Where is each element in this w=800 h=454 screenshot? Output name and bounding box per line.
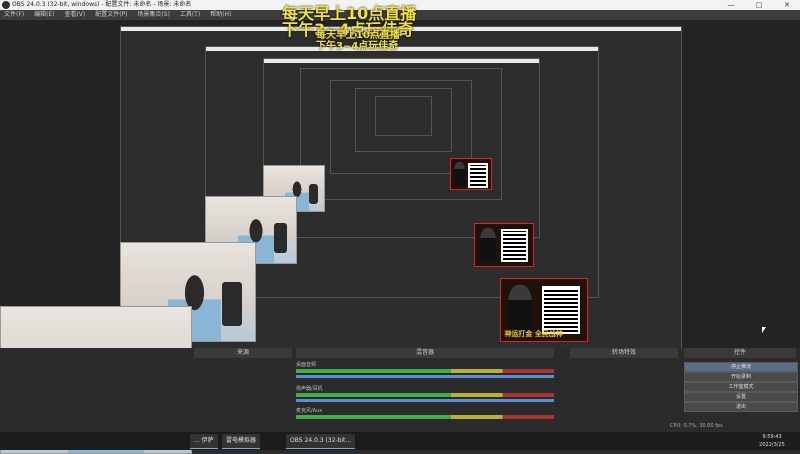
mixer-channel-label: 扬声器/耳机: [296, 386, 323, 392]
volume-slider[interactable]: [296, 375, 554, 378]
mixer-header: 混音器: [296, 348, 554, 358]
nested-titlebar: [206, 47, 598, 51]
menu-help[interactable]: 帮助(H): [210, 11, 231, 18]
controls-header: 控件: [684, 348, 796, 358]
mixer-channel-desktop: 桌面音频: [296, 362, 554, 378]
settings-button[interactable]: 设置: [684, 392, 798, 402]
volume-meter: [296, 393, 554, 397]
stop-streaming-button[interactable]: 停止推流: [684, 362, 798, 372]
volume-meter: [296, 415, 554, 419]
cpu-status: CPU: 0.7%, 30.00 fps: [670, 423, 723, 429]
clock-time: 9:59:43: [762, 434, 782, 440]
start-recording-button[interactable]: 开始录制: [684, 372, 798, 382]
mixer-channel-mic: 麦克风/Aux: [296, 408, 554, 419]
promo-overlay-small: [450, 158, 492, 190]
taskbar-item-app1[interactable]: ... 伊萨: [190, 434, 218, 449]
exit-button[interactable]: 退出: [684, 402, 798, 412]
nested-capture-7: [375, 96, 432, 136]
close-button[interactable]: ✕: [774, 0, 800, 10]
preview-canvas[interactable]: 每天早上10点直播 下午3~4点玩佳奇 每天早上10点直播 下午3~4点玩佳奇 …: [0, 4, 800, 454]
sources-header: 来源: [194, 348, 292, 358]
promo-overlay-large: 神运打金 全民战神: [500, 278, 588, 342]
taskbar-clock[interactable]: 9:59:43 2022/3/25: [752, 433, 792, 449]
nested-titlebar: [264, 59, 539, 63]
mixer-channel-label: 桌面音频: [296, 362, 317, 368]
menu-profile[interactable]: 配置文件(P): [95, 11, 127, 18]
menu-edit[interactable]: 编辑(E): [34, 11, 54, 18]
studio-mode-button[interactable]: 工作室模式: [684, 382, 798, 392]
transitions-header: 转场特效: [570, 348, 678, 358]
clock-date: 2022/3/25: [759, 442, 785, 448]
mouse-cursor-icon: [762, 327, 766, 333]
mixer-channel-label: 麦克风/Aux: [296, 408, 323, 414]
maximize-button[interactable]: □: [746, 0, 772, 10]
status-bar: CPU: 0.7%, 30.00 fps: [0, 420, 800, 432]
menu-view[interactable]: 查看(V): [64, 11, 85, 18]
mixer-channel-speaker: 扬声器/耳机: [296, 386, 554, 402]
overlay-text-line2-small: 下午3~4点玩佳奇: [316, 41, 399, 52]
taskbar-item-emulator[interactable]: 雷电模拟器: [222, 434, 261, 449]
volume-slider[interactable]: [296, 399, 554, 402]
volume-meter: [296, 369, 554, 373]
menu-file[interactable]: 文件(F): [4, 11, 24, 18]
promo-overlay-medium: [474, 223, 534, 267]
obs-app-icon: [2, 1, 10, 9]
taskbar-item-obs[interactable]: OBS 24.0.3 (32-bit...: [286, 434, 356, 449]
promo-text: 神运打金 全民战神: [504, 329, 563, 338]
menu-tools[interactable]: 工具(T): [180, 11, 200, 18]
taskbar: ... 伊萨 雷电模拟器 OBS 24.0.3 (32-bit... 9:59:…: [0, 432, 800, 450]
menu-scene-collection[interactable]: 场景集合(S): [137, 11, 170, 18]
window-title: OBS 24.0.3 (32-bit, windows) - 配置文件: 未命名…: [12, 1, 192, 8]
minimize-button[interactable]: —: [718, 0, 744, 10]
